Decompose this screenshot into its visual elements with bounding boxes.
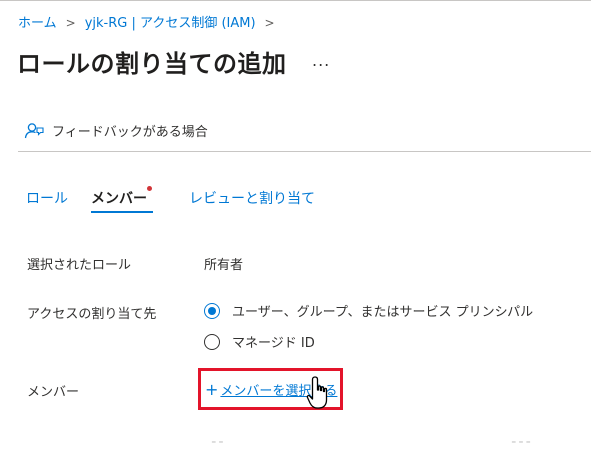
radio-button-checked[interactable] [204, 302, 220, 319]
members-label: メンバー [27, 385, 80, 400]
selected-role-label: 選択されたロール [27, 258, 132, 273]
active-tab-underline [91, 211, 153, 213]
tab-role[interactable]: ロール [26, 188, 68, 208]
tab-members[interactable]: メンバー [91, 188, 147, 208]
feedback-link[interactable]: フィードバックがある場合 [24, 121, 208, 140]
top-border [0, 0, 591, 1]
hand-pointer-cursor-icon [306, 376, 328, 409]
header-divider [18, 151, 591, 152]
radio-label: ユーザー、グループ、またはサービス プリンシパル [232, 305, 534, 320]
radio-user-group-sp[interactable]: ユーザー、グループ、またはサービス プリンシパル [204, 301, 533, 320]
required-indicator-dot [147, 186, 152, 191]
feedback-person-icon [24, 122, 44, 138]
cut-off-content: ╴╴ [212, 435, 227, 449]
breadcrumb-home[interactable]: ホーム [18, 16, 57, 31]
breadcrumb-resource[interactable]: yjk-RG | アクセス制御 (IAM) [85, 16, 256, 31]
radio-button-unchecked[interactable] [204, 333, 220, 350]
radio-managed-id[interactable]: マネージド ID [204, 332, 315, 351]
feedback-label: フィードバックがある場合 [52, 125, 208, 140]
cut-off-content: ╴╴╴ [512, 435, 534, 449]
breadcrumb-separator: > [264, 16, 275, 30]
breadcrumb: ホーム > yjk-RG | アクセス制御 (IAM) > [18, 12, 284, 31]
selected-role-value: 所有者 [204, 258, 244, 273]
breadcrumb-separator: > [65, 16, 76, 30]
radio-label: マネージド ID [232, 336, 315, 351]
tab-review-assign[interactable]: レビューと割り当て [189, 188, 315, 208]
page-title: ロールの割り当ての追加 [17, 50, 287, 78]
more-options-button[interactable]: ... [312, 51, 330, 70]
assign-access-label: アクセスの割り当て先 [27, 307, 157, 322]
